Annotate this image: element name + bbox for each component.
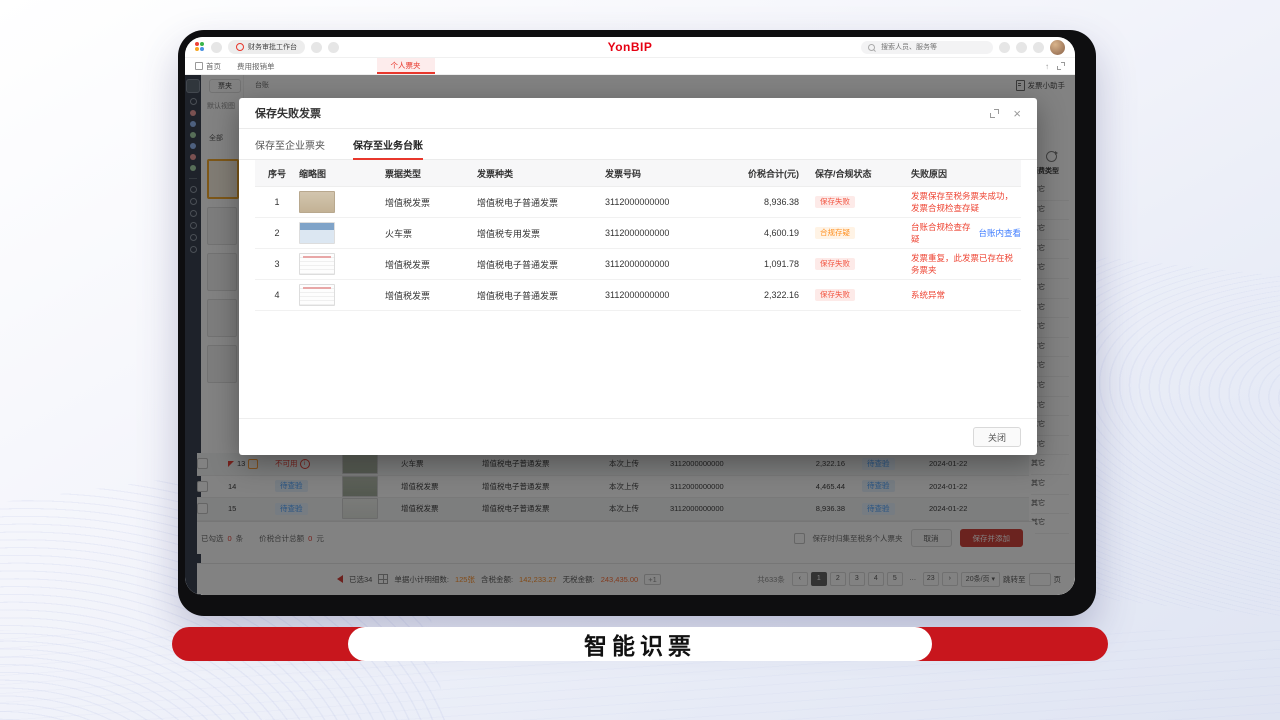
cell-invoice-kind: 增值税电子普通发票 bbox=[477, 197, 559, 208]
browser-tab[interactable]: 财务审批工作台 bbox=[228, 40, 305, 54]
cell-thumb bbox=[299, 284, 385, 306]
cell-no: 2 bbox=[274, 228, 280, 238]
nav-expense-doc[interactable]: 费用报销单 bbox=[237, 58, 275, 74]
cell-no: 4 bbox=[274, 290, 280, 300]
browser-tab-title: 财务审批工作台 bbox=[248, 44, 297, 51]
search-input[interactable] bbox=[879, 42, 986, 52]
main-area: 票夹 台账 默认视图 全部 发票小助手 消费类型 其它其它其它其它其它其它其它其… bbox=[185, 75, 1075, 595]
cell-thumb bbox=[299, 222, 385, 244]
modal-table-header: 序号 缩略图 票据类型 发票种类 发票号码 价税合计(元) 保存/合规状态 失败原因 bbox=[255, 160, 1021, 187]
column-header: 缩略图 bbox=[299, 168, 327, 179]
cell-amount: 1,091.78 bbox=[763, 259, 799, 269]
cell-amount: 8,936.38 bbox=[763, 197, 799, 207]
modal-close-button[interactable]: 关闭 bbox=[972, 427, 1021, 447]
yonbip-logo: YonBIP bbox=[607, 40, 653, 54]
cell-ticket-type: 增值税发票 bbox=[385, 290, 431, 301]
nav-home-label: 首页 bbox=[206, 61, 221, 71]
app-logo-icon bbox=[195, 42, 205, 52]
nav-expense-doc-label: 费用报销单 bbox=[237, 61, 275, 71]
browser-button[interactable] bbox=[311, 41, 322, 53]
failure-reason-text: 台账合规检查存疑 bbox=[911, 222, 971, 244]
home-icon bbox=[195, 62, 203, 70]
status-badge: 保存失败 bbox=[815, 258, 855, 270]
table-row[interactable]: 3 增值税发票 增值税电子普通发票 3112000000000 1,091.78 保存失败… bbox=[255, 249, 1021, 280]
invoice-thumbnail[interactable] bbox=[299, 253, 335, 275]
cell-status: 保存失败 bbox=[815, 258, 911, 270]
modal-table-body: 1 增值税发票 增值税电子普通发票 3112000000000 8,936.38 保存失败… bbox=[255, 187, 1021, 311]
cell-amount: 4,600.19 bbox=[763, 228, 799, 238]
expand-icon[interactable] bbox=[990, 108, 1000, 118]
global-search[interactable] bbox=[861, 40, 993, 54]
status-badge: 合规存疑 bbox=[815, 227, 855, 239]
invoice-thumbnail[interactable] bbox=[299, 191, 335, 213]
cell-invoice-kind: 增值税专用发票 bbox=[477, 228, 541, 239]
cell-invoice-no: 3112000000000 bbox=[605, 259, 670, 269]
failure-reason-text: 发票保存至税务票夹成功，发票合规检查存疑 bbox=[911, 191, 1014, 213]
nav-active-tab-label: 个人票夹 bbox=[390, 60, 421, 70]
close-icon[interactable]: × bbox=[1013, 107, 1021, 120]
header-action-button[interactable] bbox=[1016, 41, 1027, 53]
header-action-button[interactable] bbox=[1033, 41, 1044, 53]
cell-ticket-type: 火车票 bbox=[385, 228, 413, 239]
failure-reason-text: 系统异常 bbox=[911, 290, 946, 300]
cell-invoice-kind: 增值税电子普通发票 bbox=[477, 290, 559, 301]
cell-ticket-type: 增值税发票 bbox=[385, 259, 431, 270]
user-avatar[interactable] bbox=[1050, 39, 1065, 55]
header-action-button[interactable] bbox=[999, 41, 1010, 53]
column-header: 价税合计(元) bbox=[748, 168, 799, 179]
cell-thumb bbox=[299, 191, 385, 213]
fullscreen-icon[interactable] bbox=[1057, 62, 1065, 70]
tab-save-to-business-ledger[interactable]: 保存至业务台账 bbox=[353, 129, 423, 160]
column-header: 发票种类 bbox=[477, 168, 514, 179]
table-row[interactable]: 4 增值税发票 增值税电子普通发票 3112000000000 2,322.16 保存失败… bbox=[255, 280, 1021, 311]
cell-no: 1 bbox=[274, 197, 280, 207]
view-in-ledger-link[interactable]: 台账内查看 bbox=[978, 227, 1021, 239]
cell-no: 3 bbox=[274, 259, 280, 269]
tab-save-to-enterprise-wallet[interactable]: 保存至企业票夹 bbox=[255, 129, 325, 159]
browser-button[interactable] bbox=[328, 41, 339, 53]
app-screen: 财务审批工作台 YonBIP 首页 费用报销单 个人票夹 ↑ bbox=[185, 37, 1075, 595]
browser-bar: 财务审批工作台 YonBIP bbox=[185, 37, 1075, 58]
cell-status: 合规存疑 bbox=[815, 227, 911, 239]
column-header: 失败原因 bbox=[911, 168, 948, 179]
device-frame: 财务审批工作台 YonBIP 首页 费用报销单 个人票夹 ↑ bbox=[178, 30, 1096, 616]
cell-invoice-no: 3112000000000 bbox=[605, 197, 670, 207]
column-header: 序号 bbox=[267, 168, 286, 179]
invoice-thumbnail[interactable] bbox=[299, 284, 335, 306]
table-row[interactable]: 1 增值税发票 增值税电子普通发票 3112000000000 8,936.38 保存失败… bbox=[255, 187, 1021, 218]
browser-button[interactable] bbox=[211, 41, 222, 53]
status-badge: 保存失败 bbox=[815, 196, 855, 208]
cell-failure-reason: 台账合规检查存疑 台账内查看 bbox=[911, 221, 1021, 245]
nav-tab-personal-wallet[interactable]: 个人票夹 bbox=[376, 58, 435, 74]
cell-status: 保存失败 bbox=[815, 289, 911, 301]
cell-status: 保存失败 bbox=[815, 196, 911, 208]
table-row[interactable]: 2 火车票 增值税专用发票 3112000000000 4,600.19 合规存疑 台账合规… bbox=[255, 218, 1021, 249]
cell-invoice-no: 3112000000000 bbox=[605, 290, 670, 300]
caption-text: 智能识票 bbox=[584, 633, 696, 659]
cell-ticket-type: 增值税发票 bbox=[385, 197, 431, 208]
cell-amount: 2,322.16 bbox=[763, 290, 799, 300]
caption-pill: 智能识票 bbox=[348, 627, 932, 661]
cell-failure-reason: 发票重复，此发票已存在税务票夹 bbox=[911, 252, 1021, 276]
invoice-thumbnail[interactable] bbox=[299, 222, 335, 244]
cell-invoice-kind: 增值税电子普通发票 bbox=[477, 259, 559, 270]
column-header: 保存/合规状态 bbox=[815, 168, 872, 179]
upload-icon[interactable]: ↑ bbox=[1045, 62, 1049, 71]
search-icon bbox=[868, 43, 875, 51]
caption-banner: 智能识票 bbox=[172, 627, 1108, 661]
tab-favicon bbox=[236, 43, 244, 51]
cell-failure-reason: 发票保存至税务票夹成功，发票合规检查存疑 bbox=[911, 190, 1021, 214]
nav-bar: 首页 费用报销单 个人票夹 ↑ bbox=[185, 58, 1075, 75]
nav-home[interactable]: 首页 bbox=[195, 58, 221, 74]
status-badge: 保存失败 bbox=[815, 289, 855, 301]
modal-title: 保存失败发票 bbox=[255, 108, 321, 120]
cell-failure-reason: 系统异常 bbox=[911, 289, 1021, 301]
save-failed-invoices-modal: 保存失败发票 × 保存至企业票夹 保存至业务台账 序号 缩略图 票据类型 发票种类 发票… bbox=[239, 98, 1037, 455]
failure-reason-text: 发票重复，此发票已存在税务票夹 bbox=[911, 253, 1014, 275]
column-header: 发票号码 bbox=[605, 168, 642, 179]
column-header: 票据类型 bbox=[385, 168, 422, 179]
cell-invoice-no: 3112000000000 bbox=[605, 228, 670, 238]
cell-thumb bbox=[299, 253, 385, 275]
